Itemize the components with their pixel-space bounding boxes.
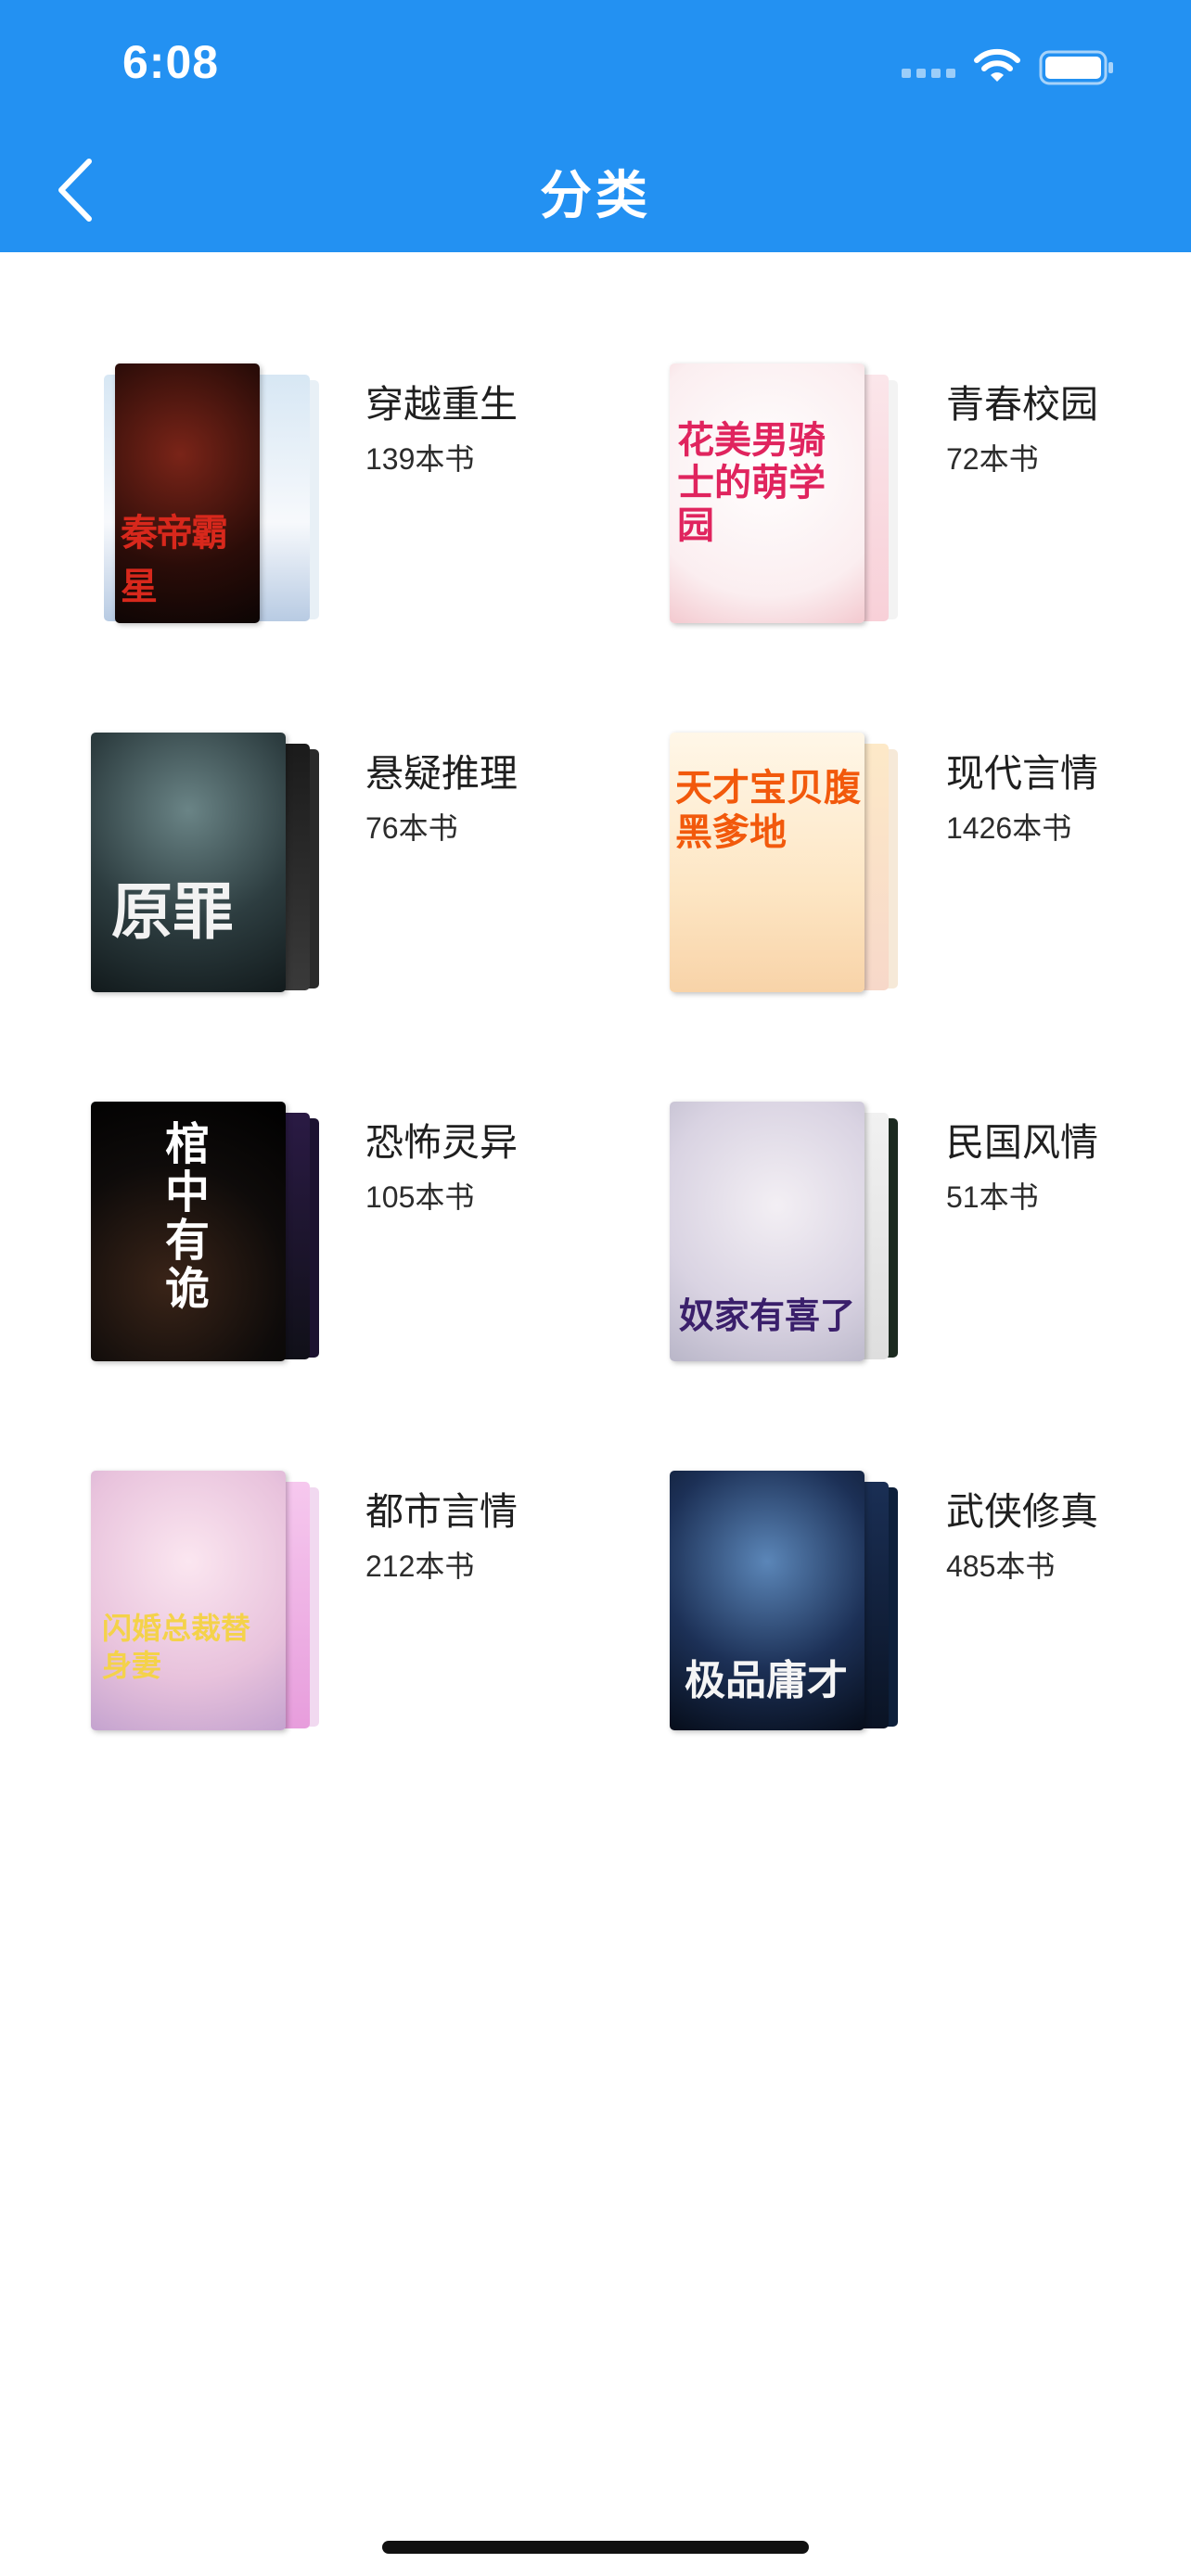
- page-title: 分类: [540, 166, 651, 226]
- category-cover: 花美男骑士的萌学园: [670, 363, 902, 623]
- cover-title: 极品庸才: [685, 1657, 848, 1704]
- wifi-icon: [974, 48, 1020, 82]
- category-card[interactable]: 奴家有喜了 民国风情 51本书: [670, 1102, 1191, 1398]
- category-name: 民国风情: [946, 1121, 1098, 1164]
- category-card[interactable]: 极品庸才 武侠修真 485本书: [670, 1471, 1191, 1767]
- category-count: 51本书: [946, 1180, 1039, 1214]
- category-name: 穿越重生: [365, 383, 518, 426]
- cover-title: 天才宝贝腹黑爹地: [675, 766, 861, 854]
- status-time: 6:08: [122, 36, 220, 88]
- battery-icon: [1039, 50, 1113, 85]
- cover-title: 棺中有诡: [165, 1118, 211, 1315]
- category-card[interactable]: 天才宝贝腹黑爹地 现代言情 1426本书: [670, 733, 1191, 1029]
- cover-title: 闪婚总裁替身妻: [102, 1611, 251, 1683]
- category-count: 212本书: [365, 1549, 475, 1583]
- category-name: 都市言情: [365, 1490, 518, 1533]
- category-count: 76本书: [365, 811, 458, 845]
- cover-title: 花美男骑士的萌学园: [677, 418, 826, 547]
- category-card[interactable]: 秦帝霸星 穿越重生 139本书: [91, 363, 647, 660]
- home-indicator[interactable]: [382, 2541, 809, 2554]
- category-name: 悬疑推理: [365, 752, 518, 795]
- category-cover: 原罪: [91, 733, 323, 992]
- category-count: 485本书: [946, 1549, 1056, 1583]
- cellular-signal-icon: [902, 69, 959, 80]
- category-cover: 奴家有喜了: [670, 1102, 902, 1361]
- cover-title: 秦帝霸星: [121, 511, 228, 608]
- nav-header: 6:08 分类: [0, 0, 1191, 252]
- category-cover: 极品庸才: [670, 1471, 902, 1730]
- category-cover: 棺中有诡: [91, 1102, 323, 1361]
- category-card[interactable]: 棺中有诡 恐怖灵异 105本书: [91, 1102, 647, 1398]
- category-cover: 闪婚总裁替身妻: [91, 1471, 323, 1730]
- category-count: 105本书: [365, 1180, 475, 1214]
- category-card[interactable]: 花美男骑士的萌学园 青春校园 72本书: [670, 363, 1191, 660]
- cover-title: 奴家有喜了: [679, 1294, 856, 1336]
- category-name: 恐怖灵异: [365, 1121, 518, 1164]
- category-count: 139本书: [365, 442, 475, 476]
- category-count: 1426本书: [946, 811, 1072, 845]
- category-cover: 天才宝贝腹黑爹地: [670, 733, 902, 992]
- category-name: 现代言情: [946, 752, 1098, 795]
- category-count: 72本书: [946, 442, 1039, 476]
- cover-title: 原罪: [111, 875, 234, 948]
- category-name: 青春校园: [946, 383, 1098, 426]
- category-name: 武侠修真: [946, 1490, 1098, 1533]
- category-card[interactable]: 原罪 悬疑推理 76本书: [91, 733, 647, 1029]
- category-card[interactable]: 闪婚总裁替身妻 都市言情 212本书: [91, 1471, 647, 1767]
- category-cover: 秦帝霸星: [91, 363, 323, 623]
